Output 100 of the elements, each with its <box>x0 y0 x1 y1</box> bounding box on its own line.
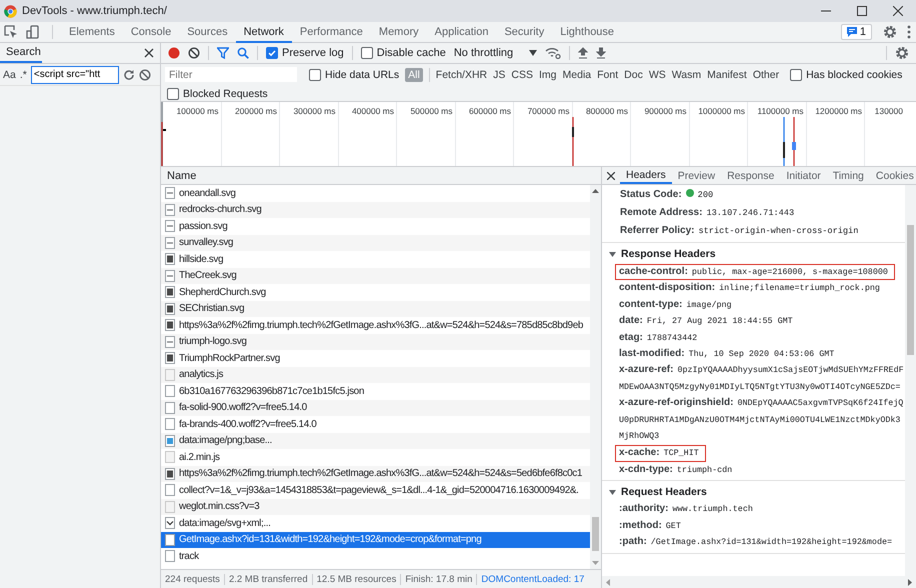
details-tab[interactable]: Preview <box>672 167 722 184</box>
timeline-tick-label: 130000 <box>874 105 904 118</box>
panel-tab[interactable]: Sources <box>179 22 236 42</box>
file-icon <box>165 534 175 546</box>
close-icon[interactable] <box>893 6 903 16</box>
type-filter-button[interactable]: JS <box>490 68 508 82</box>
details-tab[interactable]: Headers <box>620 167 672 184</box>
header-line: :authority: www.triumph.tech <box>619 502 754 516</box>
request-name[interactable]: TriumphRockPartner.svg <box>179 352 280 364</box>
messages-badge[interactable]: 1 <box>840 24 872 40</box>
refresh-icon[interactable] <box>122 68 135 80</box>
request-name[interactable]: triumph-logo.svg <box>179 336 247 348</box>
blocked-requests-checkbox[interactable] <box>167 88 179 100</box>
panel-tab[interactable]: Memory <box>370 22 427 42</box>
type-filter-button[interactable]: Media <box>560 68 594 82</box>
header-line: x-azure-ref-originshield: 0NDEpYQAAAAC5axgvmTVPSqK6f24IfejQU0pDRURHRTA1MDgANzU0OTM4MjctNTAyMi00OTU4LWE1NzctMDkyODk3MjRhOWQ3 <box>619 396 904 444</box>
request-name[interactable]: data:image/svg+xml;... <box>179 518 271 529</box>
timeline-tick-label: 1000000 ms <box>690 102 748 166</box>
type-filter-button[interactable]: CSS <box>508 68 536 82</box>
filter-icon[interactable] <box>217 47 229 59</box>
filter-field[interactable]: Filter <box>165 67 297 82</box>
dom-content-loaded-text: DOMContentLoaded: 17 <box>480 574 586 584</box>
request-name[interactable]: sunvalley.svg <box>179 237 234 248</box>
request-name[interactable]: oneandall.svg <box>179 188 236 199</box>
image-thumbnail-icon <box>165 286 175 298</box>
request-name[interactable]: track <box>179 550 199 562</box>
details-tab[interactable]: Cookies <box>870 167 916 184</box>
settings-icon[interactable] <box>895 46 909 60</box>
request-name[interactable]: ShepherdChurch.svg <box>179 286 266 298</box>
type-filter-button[interactable]: Manifest <box>704 68 750 82</box>
has-blocked-cookies-checkbox[interactable] <box>790 68 802 80</box>
throttling-dropdown[interactable]: No throttling <box>454 47 538 59</box>
details-tab[interactable]: Initiator <box>780 167 827 184</box>
hide-data-urls-checkbox[interactable] <box>309 68 321 80</box>
file-icon <box>165 220 175 232</box>
panel-tab[interactable]: Elements <box>61 22 123 42</box>
caret-icon <box>529 50 538 56</box>
inspect-element-icon[interactable] <box>4 25 18 39</box>
download-icon[interactable] <box>596 47 606 59</box>
section-title[interactable]: Response Headers <box>621 248 716 260</box>
more-options-icon[interactable] <box>907 25 911 39</box>
scrollbar-thumb[interactable] <box>592 517 599 551</box>
request-name[interactable]: https%3a%2f%2fimg.triumph.tech%2fGetImage.ashx%3fG...at&w=524&h=524&s=785d85c8bd9eb <box>179 320 584 331</box>
request-name[interactable]: collect?v=1&_v=j93&a=1454318853&t=pageview&_s=1&dl...4-1&_gid=520004716.1630009492&. <box>179 484 579 496</box>
disable-cache-checkbox[interactable] <box>360 47 373 59</box>
scrollbar-thumb[interactable] <box>907 225 914 355</box>
image-thumbnail-icon <box>165 352 175 364</box>
maximize-icon[interactable] <box>857 6 867 16</box>
request-name[interactable]: analytics.js <box>179 369 224 380</box>
type-filter-button[interactable]: Fetch/XHR <box>432 68 490 82</box>
panel-tab[interactable]: Console <box>122 22 180 42</box>
file-icon <box>165 187 175 200</box>
request-name[interactable]: weglot.min.css?v=3 <box>179 501 260 512</box>
request-name[interactable]: ai.2.min.js <box>179 452 220 463</box>
request-name[interactable]: TheCreek.svg <box>179 270 236 282</box>
preserve-log-checkbox[interactable] <box>266 47 278 59</box>
type-filter-button[interactable]: WS <box>646 68 669 82</box>
details-tab[interactable]: Timing <box>826 167 870 184</box>
request-name[interactable]: 6b310a167763296396b871c7ce1b15fc5.json <box>179 386 364 397</box>
panel-tab[interactable]: Application <box>426 22 496 42</box>
request-name[interactable]: redrocks-church.svg <box>179 204 262 216</box>
scroll-up-icon[interactable] <box>592 189 599 193</box>
request-name[interactable]: data:image/png;base... <box>179 435 272 446</box>
scroll-right-icon[interactable] <box>908 578 912 586</box>
settings-icon[interactable] <box>883 25 897 39</box>
message-icon <box>846 27 857 37</box>
request-name[interactable]: SEChristian.svg <box>179 303 244 314</box>
type-filter-button[interactable]: Font <box>594 68 622 82</box>
details-tab[interactable]: Response <box>721 167 780 184</box>
network-conditions-icon[interactable] <box>545 47 562 59</box>
header-name: Referrer Policy: <box>620 225 694 236</box>
request-name[interactable]: passion.svg <box>179 220 228 232</box>
close-icon[interactable] <box>144 48 154 58</box>
type-filter-button[interactable]: Img <box>536 68 560 82</box>
clear-icon[interactable] <box>188 47 200 59</box>
panel-tab[interactable]: Security <box>496 22 552 42</box>
status-dot-icon <box>686 189 694 197</box>
image-thumbnail-icon <box>165 319 175 332</box>
device-toolbar-icon[interactable] <box>26 25 40 39</box>
expanded-triangle-icon[interactable] <box>609 488 616 496</box>
search-icon[interactable] <box>237 47 249 59</box>
header-line: x-cdn-type: triumph-cdn <box>619 462 734 477</box>
expanded-triangle-icon[interactable] <box>609 250 616 258</box>
match-case-button[interactable]: Aa <box>3 68 16 80</box>
type-filter-button[interactable]: Doc <box>621 68 646 82</box>
upload-icon[interactable] <box>578 47 588 59</box>
file-icon <box>165 451 175 464</box>
close-icon[interactable] <box>607 172 615 180</box>
record-button[interactable] <box>168 47 180 59</box>
regex-button[interactable]: .* <box>20 68 27 80</box>
header-value: strict-origin-when-cross-origin <box>698 226 858 236</box>
panel-tab[interactable]: Lighthouse <box>552 22 622 42</box>
request-name[interactable]: fa-brands-400.woff2?v=free5.14.0 <box>179 418 316 430</box>
search-field[interactable]: <script src="htt <box>30 66 119 84</box>
type-filter-button[interactable]: Wasm <box>668 68 704 82</box>
request-name[interactable]: hillside.svg <box>179 254 224 265</box>
section-title[interactable]: Request Headers <box>621 486 707 498</box>
panel-tab[interactable]: Performance <box>292 22 371 42</box>
clear-icon[interactable] <box>138 68 151 80</box>
type-filter-button[interactable]: Other <box>750 68 782 82</box>
